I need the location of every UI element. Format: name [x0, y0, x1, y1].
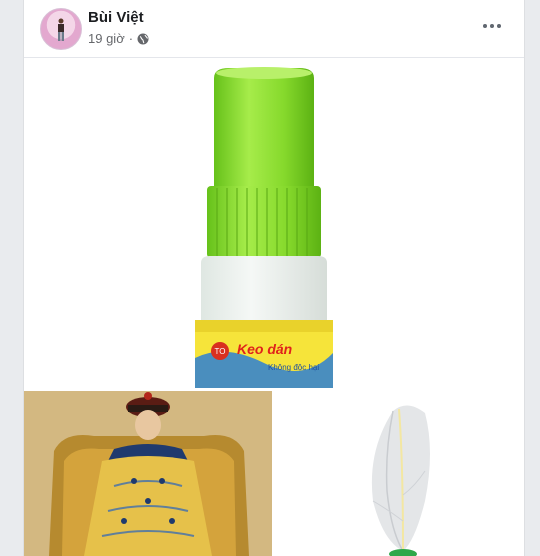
post-meta: 19 giờ · [88, 31, 149, 46]
post-header: Bùi Việt 19 giờ · [24, 0, 524, 56]
post-timestamp[interactable]: 19 giờ [88, 31, 125, 46]
author-name[interactable]: Bùi Việt [88, 9, 144, 26]
more-horizontal-icon [483, 24, 487, 28]
glue-subtext: Không độc hại [268, 363, 319, 372]
post-photo-feather-pen[interactable] [275, 391, 524, 556]
feather-pen-image [275, 391, 524, 556]
post-photo-emperor-portrait[interactable] [24, 391, 272, 556]
author-avatar[interactable] [40, 8, 82, 50]
meta-separator: · [128, 31, 134, 46]
globe-icon[interactable] [137, 33, 149, 45]
more-options-button[interactable] [478, 16, 506, 36]
glue-label-text: Keo dán [237, 341, 292, 357]
glue-bottle-image: TO Keo dán Không độc hại [195, 67, 333, 389]
post-photo-glue-bottle[interactable]: TO Keo dán Không độc hại [24, 57, 524, 389]
brand-logo: TO [215, 347, 226, 356]
photo-row [24, 391, 524, 556]
facebook-post: Bùi Việt 19 giờ · TO Keo dán Không độc h… [23, 0, 525, 556]
emperor-portrait-image [24, 391, 272, 556]
avatar-figure-icon [58, 18, 64, 41]
